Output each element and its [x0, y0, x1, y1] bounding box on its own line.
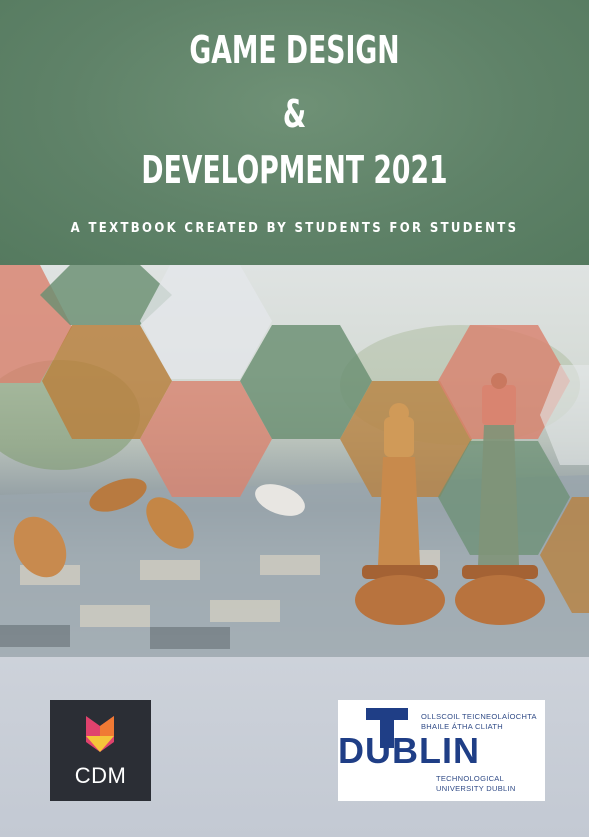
board-square	[140, 560, 200, 580]
cover-header: GAME DESIGN & DEVELOPMENT 2021 A TEXTBOO…	[0, 0, 589, 265]
tud-irish-line-1: OLLSCOIL TEICNEOLAÍOCHTA	[421, 712, 537, 721]
queen-finial	[491, 373, 507, 389]
chess-photo	[0, 265, 589, 657]
king-cross	[389, 403, 409, 423]
board-square	[210, 600, 280, 622]
tud-english-name: TECHNOLOGICAL UNIVERSITY DUBLIN	[436, 774, 516, 794]
cdm-emblem-orange	[100, 716, 114, 736]
board-square	[150, 627, 230, 649]
title-line-1: GAME DESIGN	[189, 28, 400, 72]
king-base	[355, 575, 445, 625]
queen-base	[455, 575, 545, 625]
cdm-emblem-icon	[86, 716, 114, 752]
cdm-logo: CDM	[50, 700, 151, 801]
tud-irish-name: OLLSCOIL TEICNEOLAÍOCHTA BHAILE ÁTHA CLI…	[421, 712, 537, 732]
king-body	[378, 457, 420, 565]
tud-english-line-1: TECHNOLOGICAL	[436, 774, 505, 783]
title-line-3: DEVELOPMENT 2021	[141, 148, 448, 192]
chess-illustration	[0, 265, 589, 657]
cover-subtitle: A TEXTBOOK CREATED BY STUDENTS FOR STUDE…	[70, 221, 519, 236]
board-square	[80, 605, 150, 627]
queen-body	[478, 425, 519, 565]
board-square	[0, 625, 70, 647]
board-square	[260, 555, 320, 575]
title-line-2: &	[282, 92, 307, 136]
cdm-logo-text: CDM	[74, 763, 127, 788]
book-cover: GAME DESIGN & DEVELOPMENT 2021 A TEXTBOO…	[0, 0, 589, 837]
queen-crown	[482, 385, 516, 425]
tud-logo: OLLSCOIL TEICNEOLAÍOCHTA BHAILE ÁTHA CLI…	[338, 700, 545, 801]
tud-english-line-2: UNIVERSITY DUBLIN	[436, 784, 516, 793]
tud-wordmark: DUBLIN	[338, 730, 480, 771]
